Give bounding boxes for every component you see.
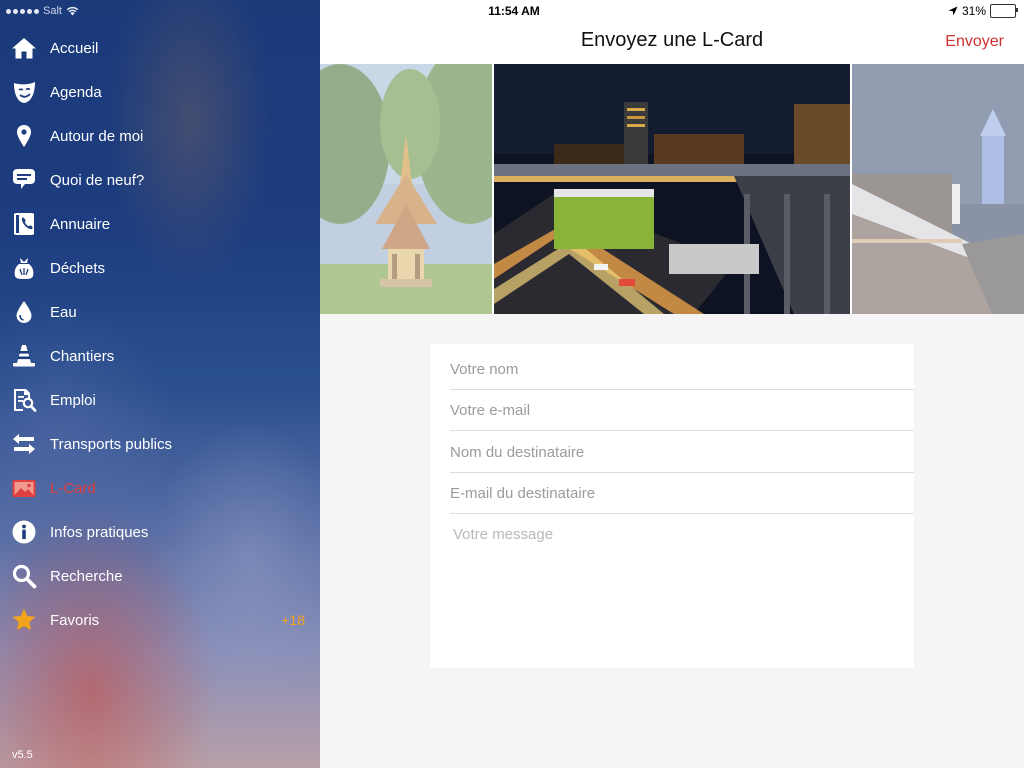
- sidebar-item-accueil[interactable]: Accueil: [0, 26, 320, 70]
- wifi-icon: [66, 6, 79, 16]
- transport-arrows-icon: [10, 430, 38, 458]
- theater-mask-icon: [10, 78, 38, 106]
- location-arrow-icon: [948, 6, 958, 16]
- job-document-icon: [10, 386, 38, 414]
- l-card-form: [430, 344, 914, 668]
- sidebar: Salt Accueil Agenda Autour de moi Quoi d…: [0, 0, 320, 768]
- main-content: 11:54 AM 31% Envoyez une L-Card Envoyer: [320, 0, 1024, 768]
- phone-book-icon: [10, 210, 38, 238]
- recipient-email-input[interactable]: [450, 473, 914, 514]
- sender-email-input[interactable]: [450, 390, 914, 431]
- status-time: 11:54 AM: [488, 4, 540, 18]
- sidebar-item-label: Eau: [50, 303, 77, 321]
- chat-bubble-icon: [10, 166, 38, 194]
- favorites-count-badge: +18: [281, 612, 305, 628]
- photo-flon-night[interactable]: [494, 64, 850, 314]
- sidebar-item-label: Autour de moi: [50, 127, 144, 145]
- battery-percent: 31%: [961, 4, 986, 18]
- trash-bag-icon: [10, 254, 38, 282]
- sidebar-item-eau[interactable]: Eau: [0, 290, 320, 334]
- sidebar-item-favoris[interactable]: Favoris +18: [0, 598, 320, 642]
- status-bar-right: 31%: [948, 4, 1018, 18]
- sidebar-item-label: Transports publics: [50, 435, 172, 453]
- navigation-bar: 11:54 AM 31% Envoyez une L-Card Envoyer: [320, 0, 1024, 64]
- sender-name-input[interactable]: [450, 349, 914, 390]
- postcard-icon: [10, 474, 38, 502]
- page-title: Envoyez une L-Card: [580, 29, 764, 51]
- sidebar-item-label: Recherche: [50, 567, 123, 585]
- sidebar-item-label: Quoi de neuf?: [50, 171, 145, 189]
- message-textarea[interactable]: [450, 516, 914, 666]
- star-icon: [10, 606, 38, 634]
- l-card-photo-carousel[interactable]: [320, 64, 1024, 314]
- sidebar-item-chantiers[interactable]: Chantiers: [0, 334, 320, 378]
- photo-thai-pavilion[interactable]: [320, 64, 492, 314]
- sidebar-item-recherche[interactable]: Recherche: [0, 554, 320, 598]
- carrier-label: Salt: [43, 5, 62, 17]
- home-icon: [10, 34, 38, 62]
- sidebar-item-dechets[interactable]: Déchets: [0, 246, 320, 290]
- sidebar-item-transports-publics[interactable]: Transports publics: [0, 422, 320, 466]
- sidebar-item-label: Emploi: [50, 391, 96, 409]
- sidebar-item-quoi-de-neuf[interactable]: Quoi de neuf?: [0, 158, 320, 202]
- send-button[interactable]: Envoyer: [945, 33, 1004, 51]
- info-icon: [10, 518, 38, 546]
- sidebar-item-label: L-Card: [50, 479, 96, 497]
- sidebar-item-label: Agenda: [50, 83, 102, 101]
- app-version: v5.5: [12, 749, 33, 761]
- recipient-name-input[interactable]: [450, 432, 914, 473]
- search-icon: [10, 562, 38, 590]
- sidebar-item-agenda[interactable]: Agenda: [0, 70, 320, 114]
- sidebar-item-infos-pratiques[interactable]: Infos pratiques: [0, 510, 320, 554]
- sidebar-item-label: Annuaire: [50, 215, 111, 233]
- status-bar-left: Salt: [6, 3, 79, 19]
- sidebar-item-label: Accueil: [50, 39, 99, 57]
- signal-dots-icon: [6, 8, 39, 14]
- photo-cathedral-bridge[interactable]: [852, 64, 1024, 314]
- sidebar-menu: Accueil Agenda Autour de moi Quoi de neu…: [0, 26, 320, 642]
- water-drop-icon: [10, 298, 38, 326]
- sidebar-item-label: Déchets: [50, 259, 106, 277]
- sidebar-item-label: Chantiers: [50, 347, 115, 365]
- sidebar-item-emploi[interactable]: Emploi: [0, 378, 320, 422]
- battery-icon: [990, 4, 1018, 18]
- location-pin-icon: [10, 122, 38, 150]
- sidebar-item-label: Infos pratiques: [50, 523, 149, 541]
- sidebar-item-annuaire[interactable]: Annuaire: [0, 202, 320, 246]
- sidebar-item-autour-de-moi[interactable]: Autour de moi: [0, 114, 320, 158]
- traffic-cone-icon: [10, 342, 38, 370]
- app-window: Salt Accueil Agenda Autour de moi Quoi d…: [0, 0, 1024, 768]
- sidebar-item-l-card[interactable]: L-Card: [0, 466, 320, 510]
- sidebar-item-label: Favoris: [50, 611, 100, 629]
